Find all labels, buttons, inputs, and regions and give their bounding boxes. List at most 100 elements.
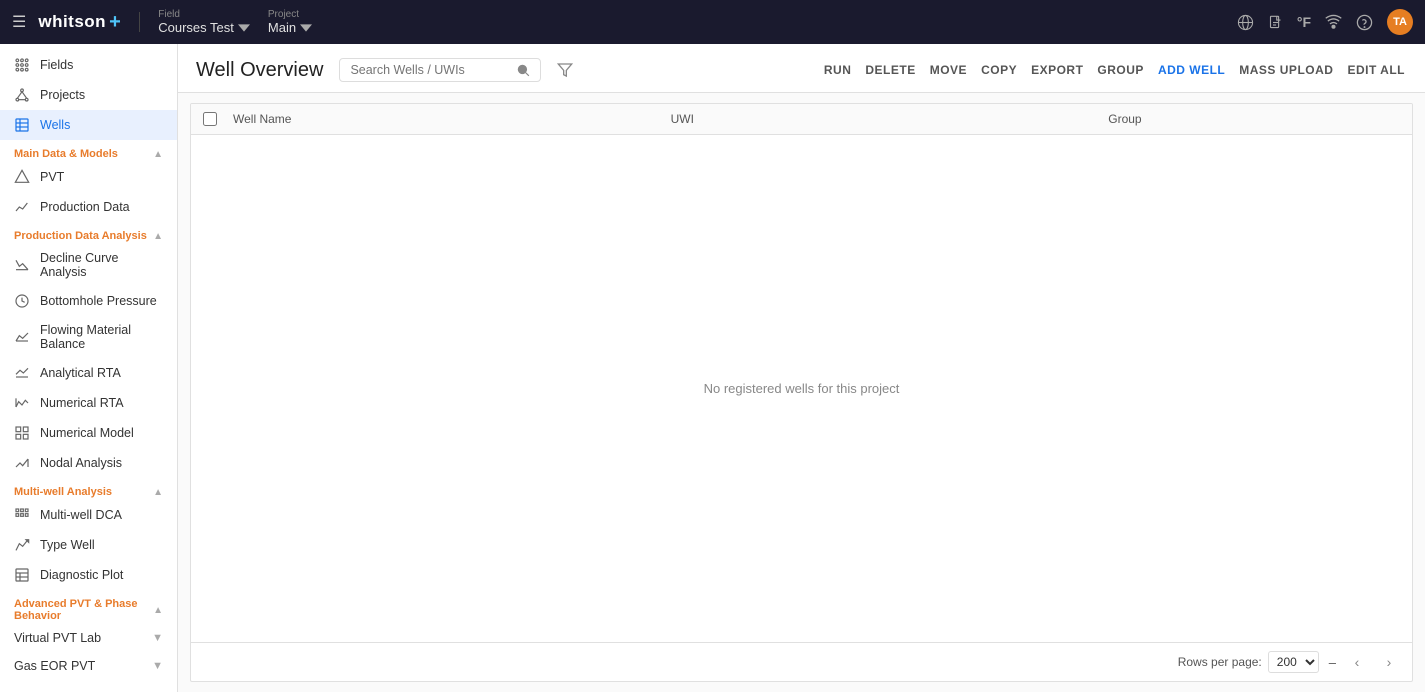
- project-selector[interactable]: Project Main: [268, 9, 312, 35]
- filter-icon[interactable]: [557, 62, 573, 78]
- app-logo: whitson+: [38, 11, 121, 34]
- field-label: Field: [158, 9, 250, 20]
- sidebar-item-nodal-analysis[interactable]: Nodal Analysis: [0, 448, 177, 478]
- sidebar-item-dca-label: Decline Curve Analysis: [40, 251, 163, 279]
- delete-button[interactable]: DELETE: [863, 59, 917, 81]
- copy-button[interactable]: COPY: [979, 59, 1019, 81]
- section-advanced-pvt-collapse[interactable]: ▲: [153, 605, 163, 616]
- select-all-input[interactable]: [203, 112, 217, 126]
- sidebar-item-bhp-label: Bottomhole Pressure: [40, 294, 157, 308]
- sidebar-item-projects[interactable]: Projects: [0, 80, 177, 110]
- sidebar-item-dca[interactable]: Decline Curve Analysis: [0, 244, 177, 286]
- column-header-group: Group: [1108, 112, 1400, 126]
- rows-per-page: Rows per page: 200 50 100: [1178, 651, 1319, 673]
- sidebar-item-wells[interactable]: Wells: [0, 110, 177, 140]
- sidebar-item-nodal-analysis-label: Nodal Analysis: [40, 456, 122, 470]
- table-header: Well Name UWI Group: [191, 104, 1412, 135]
- wells-icon: [14, 117, 30, 133]
- help-icon[interactable]: [1356, 14, 1373, 31]
- pagination-prev-button[interactable]: ‹: [1346, 651, 1368, 673]
- field-project-selector: Field Courses Test Project Main: [158, 9, 312, 35]
- pagination-separator: –: [1329, 655, 1336, 670]
- sidebar-item-type-well-label: Type Well: [40, 538, 95, 552]
- header-actions: RUN DELETE MOVE COPY EXPORT GROUP ADD WE…: [822, 59, 1407, 81]
- rows-per-page-label: Rows per page:: [1178, 655, 1262, 669]
- multiwell-dca-icon: [14, 507, 30, 523]
- section-prod-analysis-collapse[interactable]: ▲: [153, 231, 163, 242]
- sidebar-item-fmb[interactable]: Flowing Material Balance: [0, 316, 177, 358]
- sidebar-item-numerical-model[interactable]: Numerical Model: [0, 418, 177, 448]
- run-button[interactable]: RUN: [822, 59, 854, 81]
- field-dropdown-icon: [238, 22, 250, 34]
- document-icon[interactable]: [1268, 14, 1283, 31]
- sidebar-item-type-well[interactable]: Type Well: [0, 530, 177, 560]
- numerical-model-icon: [14, 425, 30, 441]
- project-value[interactable]: Main: [268, 20, 312, 35]
- search-input[interactable]: [350, 63, 510, 77]
- content-area: Well Overview RUN DELETE MOVE COPY EXPOR…: [178, 44, 1425, 692]
- search-icon: [516, 63, 530, 77]
- sidebar-item-multiwell-dca[interactable]: Multi-well DCA: [0, 500, 177, 530]
- section-advanced-pvt: Advanced PVT & Phase Behavior ▲: [0, 590, 177, 624]
- pvt-icon: [14, 169, 30, 185]
- section-main-data: Main Data & Models ▲: [0, 140, 177, 162]
- fmb-icon: [14, 329, 30, 345]
- sidebar-item-diagnostic-plot-label: Diagnostic Plot: [40, 568, 123, 582]
- sidebar-item-diagnostic-plot[interactable]: Diagnostic Plot: [0, 560, 177, 590]
- table-empty-message: No registered wells for this project: [191, 135, 1412, 642]
- section-multiwell: Multi-well Analysis ▲: [0, 478, 177, 500]
- projects-icon: [14, 87, 30, 103]
- search-bar[interactable]: [339, 58, 541, 82]
- production-data-icon: [14, 199, 30, 215]
- diagnostic-plot-icon: [14, 567, 30, 583]
- topbar-icons: °F TA: [1237, 9, 1413, 35]
- sidebar-item-virtual-pvt[interactable]: Virtual PVT Lab ▼: [0, 624, 177, 652]
- user-avatar[interactable]: TA: [1387, 9, 1413, 35]
- edit-all-button[interactable]: EDIT ALL: [1345, 59, 1407, 81]
- sidebar-item-production-data[interactable]: Production Data: [0, 192, 177, 222]
- sidebar-item-pvt-label: PVT: [40, 170, 64, 184]
- numerical-rta-icon: [14, 395, 30, 411]
- table-footer: Rows per page: 200 50 100 – ‹ ›: [191, 642, 1412, 681]
- menu-icon[interactable]: ☰: [12, 12, 26, 32]
- globe-icon[interactable]: [1237, 14, 1254, 31]
- sidebar-item-fields-label: Fields: [40, 58, 73, 72]
- group-button[interactable]: GROUP: [1095, 59, 1146, 81]
- temperature-icon[interactable]: °F: [1297, 14, 1311, 30]
- pagination-next-button[interactable]: ›: [1378, 651, 1400, 673]
- sidebar-item-numerical-rta-label: Numerical RTA: [40, 396, 124, 410]
- sidebar-item-gas-eor-pvt[interactable]: Gas EOR PVT ▼: [0, 652, 177, 680]
- add-well-button[interactable]: ADD WELL: [1156, 59, 1227, 81]
- signal-icon[interactable]: [1325, 14, 1342, 31]
- sidebar-item-analytical-rta-label: Analytical RTA: [40, 366, 121, 380]
- section-multiwell-collapse[interactable]: ▲: [153, 487, 163, 498]
- bhp-icon: [14, 293, 30, 309]
- export-button[interactable]: EXPORT: [1029, 59, 1085, 81]
- column-header-uwi: UWI: [671, 112, 1109, 126]
- sidebar-item-pvt[interactable]: PVT: [0, 162, 177, 192]
- sidebar: Fields Projects Wells Main Data & Models…: [0, 44, 178, 692]
- sidebar-item-numerical-rta[interactable]: Numerical RTA: [0, 388, 177, 418]
- sidebar-item-multiwell-dca-label: Multi-well DCA: [40, 508, 122, 522]
- dca-icon: [14, 257, 30, 273]
- gas-eor-pvt-expand-icon: ▼: [152, 660, 163, 672]
- wells-table: Well Name UWI Group No registered wells …: [190, 103, 1413, 682]
- select-all-checkbox[interactable]: [203, 112, 233, 126]
- sidebar-item-fields[interactable]: Fields: [0, 50, 177, 80]
- analytical-rta-icon: [14, 365, 30, 381]
- field-value[interactable]: Courses Test: [158, 20, 250, 35]
- section-main-data-collapse[interactable]: ▲: [153, 149, 163, 160]
- sidebar-top-section: Fields Projects Wells: [0, 44, 177, 140]
- page-header: Well Overview RUN DELETE MOVE COPY EXPOR…: [178, 44, 1425, 93]
- sidebar-item-bhp[interactable]: Bottomhole Pressure: [0, 286, 177, 316]
- sidebar-item-analytical-rta[interactable]: Analytical RTA: [0, 358, 177, 388]
- gas-eor-pvt-label: Gas EOR PVT: [14, 659, 95, 673]
- mass-upload-button[interactable]: MASS UPLOAD: [1237, 59, 1335, 81]
- sidebar-item-fmb-label: Flowing Material Balance: [40, 323, 163, 351]
- nodal-analysis-icon: [14, 455, 30, 471]
- section-prod-analysis: Production Data Analysis ▲: [0, 222, 177, 244]
- field-selector[interactable]: Field Courses Test: [158, 9, 250, 35]
- rows-per-page-select[interactable]: 200 50 100: [1268, 651, 1319, 673]
- sidebar-item-projects-label: Projects: [40, 88, 85, 102]
- move-button[interactable]: MOVE: [928, 59, 969, 81]
